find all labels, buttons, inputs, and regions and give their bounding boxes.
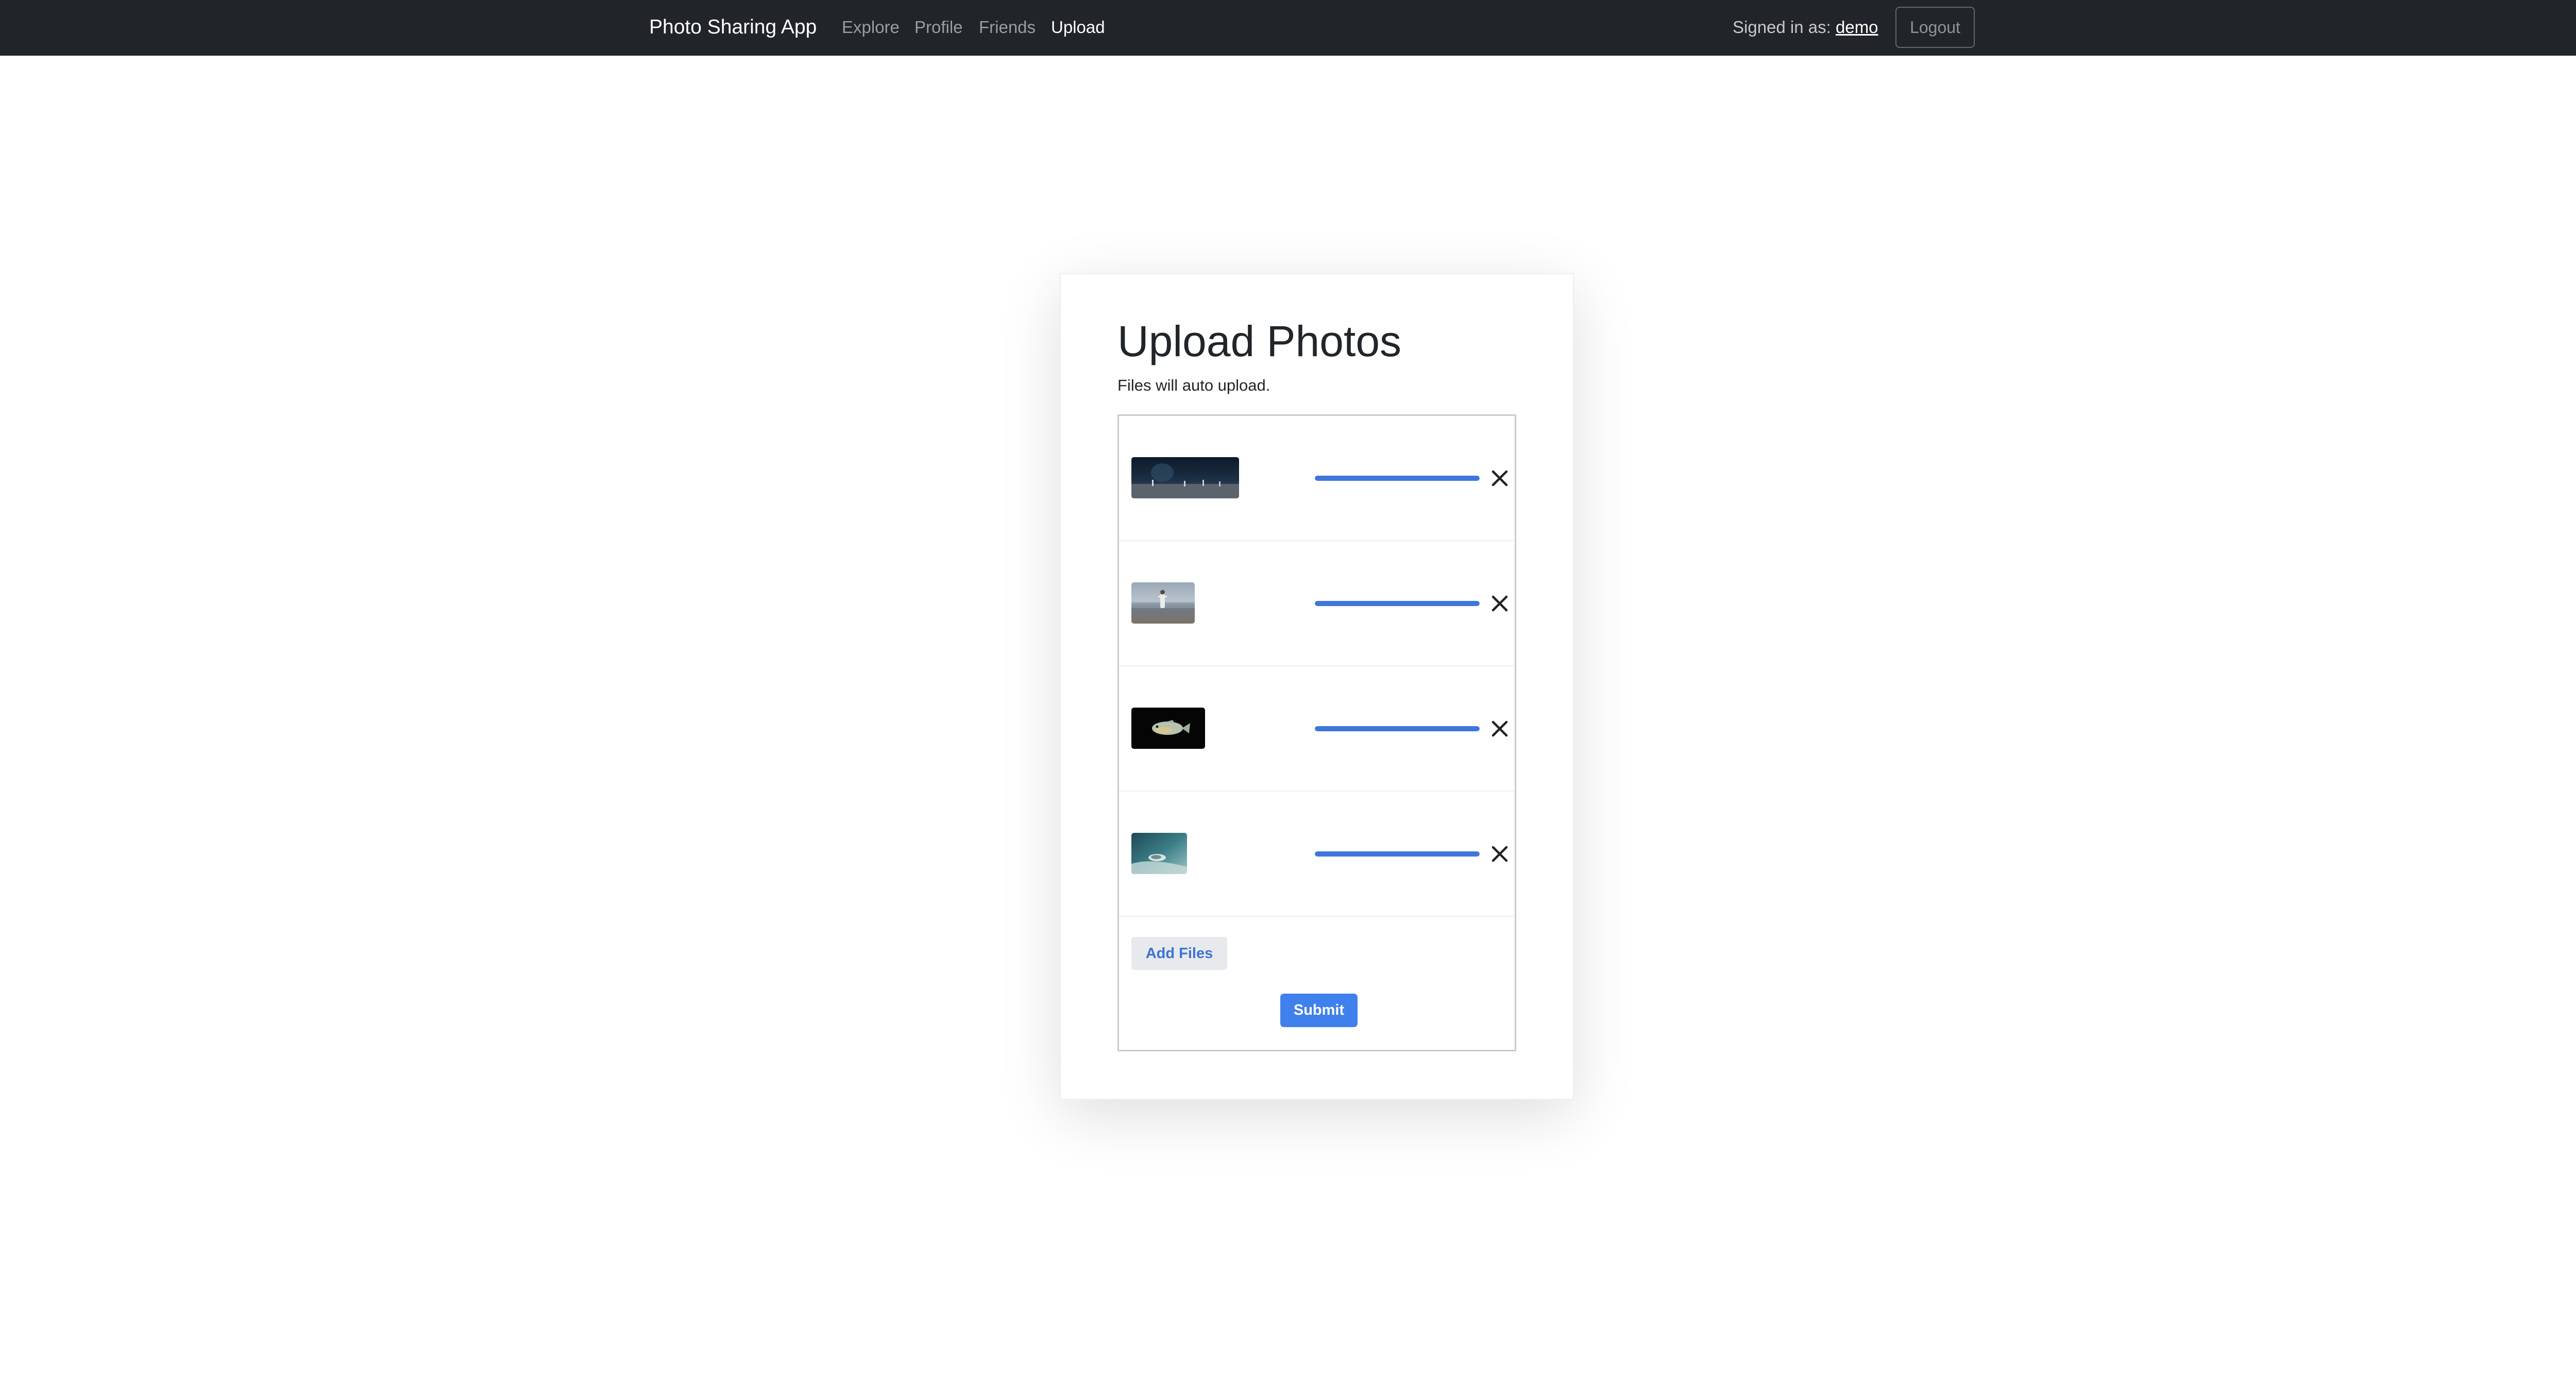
fish-image	[1131, 708, 1205, 749]
file-row	[1119, 792, 1515, 917]
signed-in-text: Signed in as: demo	[1733, 15, 1878, 39]
upload-progress-bar	[1315, 476, 1480, 481]
underwater-turtle-image	[1131, 833, 1187, 874]
nav-link-friends[interactable]: Friends	[979, 15, 1036, 39]
close-icon	[1492, 720, 1508, 737]
top-navbar: Photo Sharing App Explore Profile Friend…	[0, 0, 2576, 56]
nav-link-upload[interactable]: Upload	[1051, 15, 1105, 39]
upload-subtitle: Files will auto upload.	[1117, 376, 1270, 394]
close-icon	[1492, 470, 1508, 487]
logout-button[interactable]: Logout	[1895, 7, 1975, 48]
submit-button[interactable]: Submit	[1280, 994, 1358, 1027]
close-icon	[1492, 595, 1508, 612]
brand-link[interactable]: Photo Sharing App	[649, 13, 817, 41]
signed-in-label: Signed in as:	[1733, 18, 1831, 37]
nav-link-explore[interactable]: Explore	[842, 15, 900, 39]
upload-dropzone[interactable]: Add Files Submit	[1117, 414, 1516, 1051]
upload-progress-bar	[1315, 851, 1480, 857]
upload-progress-bar	[1315, 601, 1480, 606]
upload-progress-fill	[1315, 601, 1480, 606]
file-thumbnail	[1131, 582, 1195, 624]
upload-progress-bar	[1315, 726, 1480, 731]
file-row	[1119, 666, 1515, 792]
remove-file-button[interactable]	[1490, 844, 1510, 864]
remove-file-button[interactable]	[1490, 468, 1510, 488]
page-title: Upload Photos	[1117, 317, 1402, 365]
upload-progress-fill	[1315, 726, 1480, 731]
nav-link-profile[interactable]: Profile	[914, 15, 963, 39]
remove-file-button[interactable]	[1490, 719, 1510, 739]
add-files-button[interactable]: Add Files	[1131, 937, 1227, 970]
file-row	[1119, 416, 1515, 541]
close-icon	[1492, 846, 1508, 862]
page: Photo Sharing App Explore Profile Friend…	[0, 0, 2576, 1375]
file-row	[1119, 541, 1515, 666]
remove-file-button[interactable]	[1490, 594, 1510, 613]
upload-progress-fill	[1315, 476, 1480, 481]
file-thumbnail	[1131, 833, 1187, 874]
username-link[interactable]: demo	[1836, 18, 1878, 37]
night-beach-image	[1131, 457, 1239, 498]
upload-card: Upload Photos Files will auto upload. Ad…	[1060, 273, 1574, 1100]
file-thumbnail	[1131, 457, 1239, 498]
person-on-beach-image	[1131, 582, 1195, 624]
upload-progress-fill	[1315, 851, 1480, 857]
file-thumbnail	[1131, 708, 1205, 749]
